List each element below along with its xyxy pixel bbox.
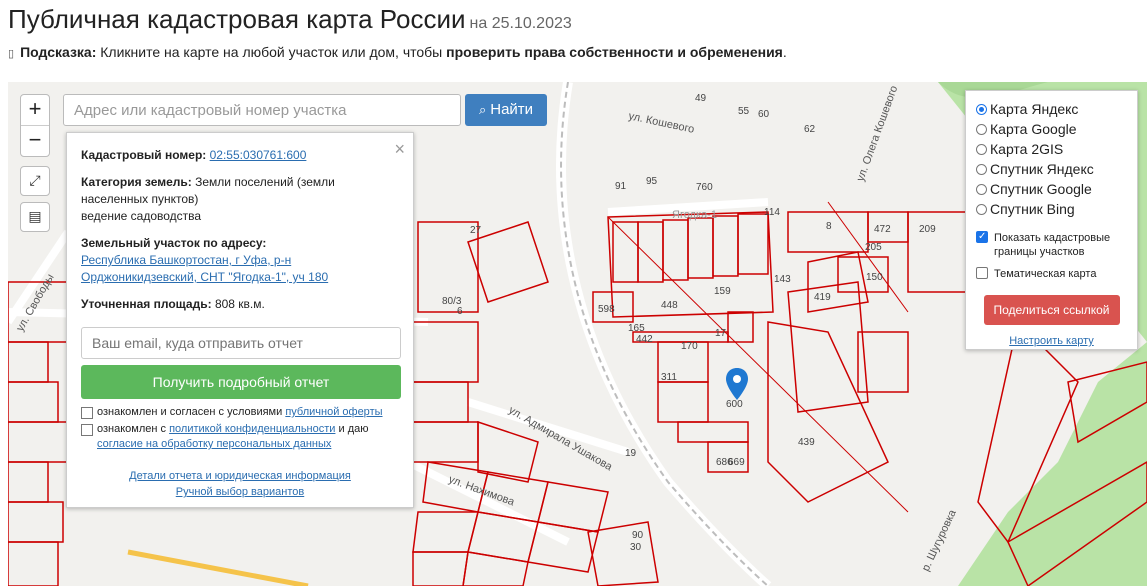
svg-text:90: 90 <box>632 530 644 541</box>
layer-option[interactable]: Карта Яндекс <box>976 99 1127 119</box>
address-link[interactable]: Республика Башкортостан, г Уфа, р-н Ордж… <box>81 253 328 284</box>
offer-link[interactable]: публичной оферты <box>285 406 382 418</box>
layer-option[interactable]: Спутник Google <box>976 179 1127 199</box>
svg-text:27: 27 <box>470 225 482 236</box>
svg-text:6: 6 <box>457 306 463 317</box>
svg-text:60: 60 <box>758 109 770 120</box>
layer-option[interactable]: Спутник Яндекс <box>976 159 1127 179</box>
svg-text:150: 150 <box>866 272 883 283</box>
radio-button[interactable] <box>976 163 987 175</box>
radio-button[interactable] <box>976 203 987 215</box>
svg-text:439: 439 <box>798 437 815 448</box>
privacy-checkbox[interactable] <box>81 424 93 436</box>
svg-text:р. Шугуровка: р. Шугуровка <box>920 507 959 573</box>
map[interactable]: 49 55 60 62 91 95 760 114 8 472 209 27 80/3 6 205 1… <box>8 82 1147 586</box>
personal-data-link[interactable]: согласие на обработку персональных данны… <box>97 438 331 450</box>
svg-text:442: 442 <box>636 334 653 345</box>
get-report-button[interactable]: Получить подробный отчет <box>81 365 401 399</box>
print-icon: ▤ <box>28 208 42 224</box>
privacy-link[interactable]: политикой конфиденциальности <box>169 423 335 435</box>
layers-panel: Карта Яндекс Карта Google Карта 2GIS Спу… <box>965 90 1138 350</box>
svg-text:598: 598 <box>598 304 615 315</box>
zoom-in-button[interactable]: + <box>21 95 49 125</box>
svg-text:209: 209 <box>919 224 936 235</box>
svg-text:600: 600 <box>726 399 743 410</box>
thematic-checkbox[interactable] <box>976 267 988 279</box>
offer-checkbox[interactable] <box>81 407 93 419</box>
offer-consent[interactable]: ознакомлен и согласен с условиями публич… <box>81 405 399 420</box>
share-link-button[interactable]: Поделиться ссылкой <box>983 295 1120 325</box>
search-button[interactable]: ⌕ Найти <box>465 94 547 126</box>
page-title: Публичная кадастровая карта России на 25.… <box>8 4 572 34</box>
details-link[interactable]: Детали отчета и юридическая информация <box>129 470 351 482</box>
svg-text:95: 95 <box>646 176 658 187</box>
configure-map-link[interactable]: Настроить карту <box>976 335 1127 347</box>
svg-text:49: 49 <box>695 93 707 104</box>
svg-text:760: 760 <box>696 182 713 193</box>
zoom-control: + − <box>20 94 50 157</box>
print-button[interactable]: ▤ <box>20 202 50 232</box>
hint-text: Кликните на карте на любой участок или д… <box>100 44 443 60</box>
radio-button[interactable] <box>976 123 987 135</box>
privacy-consent[interactable]: ознакомлен с политикой конфиденциальност… <box>81 422 399 452</box>
radio-button[interactable] <box>976 103 987 115</box>
cadastral-number-link[interactable]: 02:55:030761:600 <box>210 148 307 162</box>
show-borders-checkbox[interactable] <box>976 230 988 244</box>
search-input[interactable] <box>63 94 461 126</box>
expand-icon: ⤢ <box>29 172 41 188</box>
area-row: Уточненная площадь: 808 кв.м. <box>81 297 265 311</box>
close-icon[interactable]: × <box>394 139 405 160</box>
svg-text:8: 8 <box>826 221 832 232</box>
radio-button[interactable] <box>976 143 987 155</box>
hint-bold-text: проверить права собственности и обремене… <box>446 44 783 60</box>
cadastral-row: Кадастровый номер: 02:55:030761:600 <box>81 148 307 162</box>
svg-text:Ягодка-1: Ягодка-1 <box>672 209 717 221</box>
layer-option[interactable]: Спутник Bing <box>976 199 1127 219</box>
hint-label: Подсказка: <box>20 44 97 60</box>
manual-select-link[interactable]: Ручной выбор вариантов <box>176 486 304 498</box>
show-borders-option[interactable]: Показать кадастровые границы участков <box>976 230 1127 259</box>
category-row: Категория земель: Земли поселений (земли… <box>81 175 335 223</box>
search-icon: ⌕ <box>478 102 487 117</box>
svg-text:17: 17 <box>715 328 727 339</box>
svg-text:114: 114 <box>764 207 780 218</box>
svg-text:419: 419 <box>814 292 831 303</box>
svg-text:669: 669 <box>728 457 745 468</box>
svg-text:159: 159 <box>714 286 731 297</box>
svg-text:ул. Кошевого: ул. Кошевого <box>627 110 695 136</box>
svg-text:448: 448 <box>661 300 678 311</box>
svg-text:165: 165 <box>628 323 645 334</box>
svg-text:30: 30 <box>630 542 642 553</box>
fullscreen-button[interactable]: ⤢ <box>20 166 50 196</box>
svg-text:472: 472 <box>874 224 891 235</box>
svg-text:19: 19 <box>625 448 637 459</box>
svg-text:55: 55 <box>738 106 750 117</box>
radio-button[interactable] <box>976 183 987 195</box>
layer-option[interactable]: Карта 2GIS <box>976 139 1127 159</box>
page-date: на 25.10.2023 <box>469 15 572 32</box>
layer-option[interactable]: Карта Google <box>976 119 1127 139</box>
svg-text:62: 62 <box>804 124 816 135</box>
svg-text:143: 143 <box>774 274 791 285</box>
parcel-info-panel: × Кадастровый номер: 02:55:030761:600 Ка… <box>66 132 414 508</box>
map-pin-icon[interactable] <box>726 368 748 400</box>
svg-text:205: 205 <box>865 242 882 253</box>
svg-text:91: 91 <box>615 181 627 192</box>
info-icon: ▯ <box>8 48 15 60</box>
svg-text:311: 311 <box>661 372 677 383</box>
info-links: Детали отчета и юридическая информация Р… <box>81 468 399 500</box>
svg-text:170: 170 <box>681 341 698 352</box>
thematic-option[interactable]: Тематическая карта <box>976 267 1127 281</box>
email-field[interactable] <box>81 327 401 359</box>
address-row: Земельный участок по адресу: Республика Б… <box>81 236 329 284</box>
hint-bar: ▯ Подсказка: Кликните на карте на любой у… <box>8 44 787 60</box>
svg-text:ул. Олега Кошевого: ул. Олега Кошевого <box>855 84 901 183</box>
zoom-out-button[interactable]: − <box>21 125 49 156</box>
